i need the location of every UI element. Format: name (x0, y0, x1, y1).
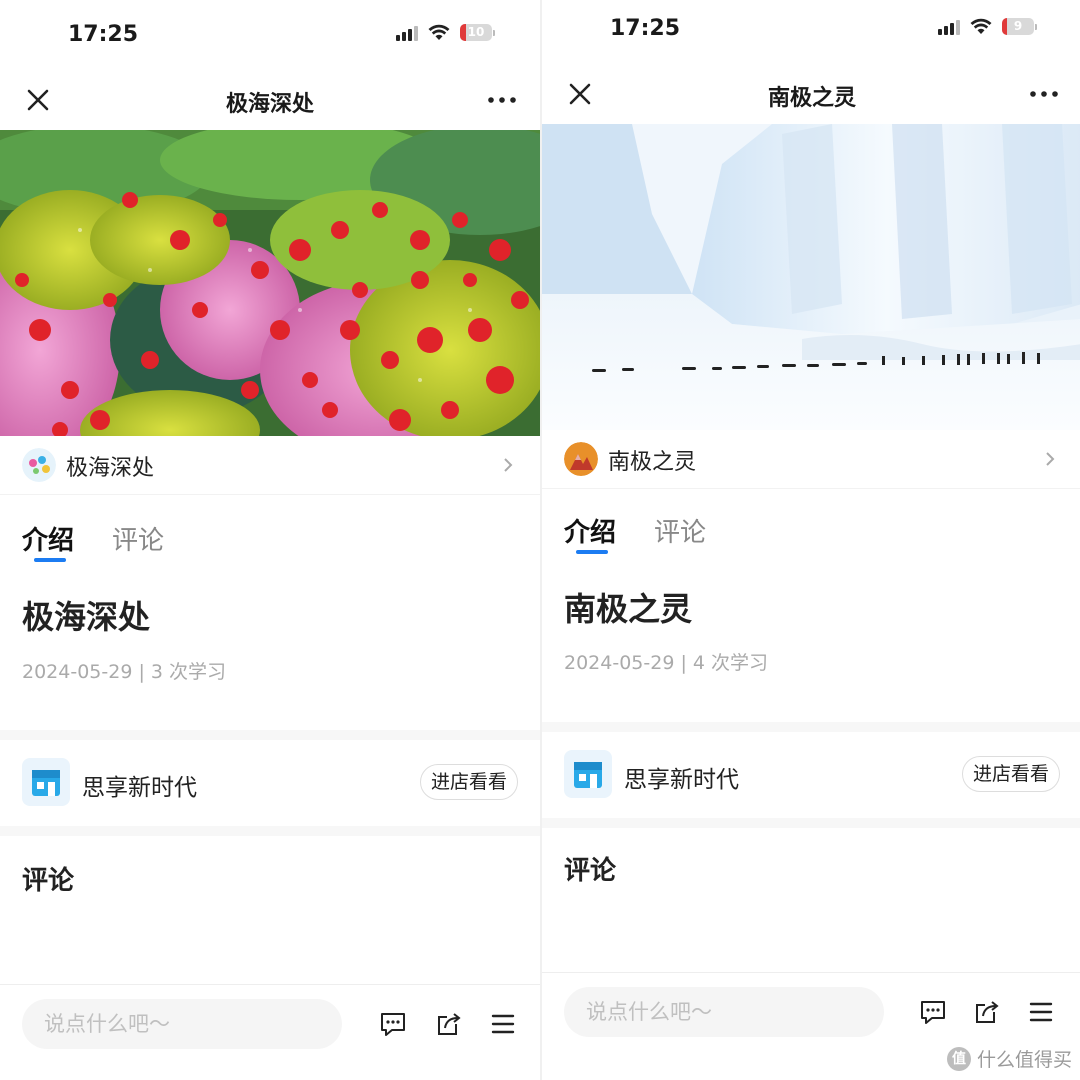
battery-icon: 9 (1002, 18, 1037, 35)
visit-shop-button[interactable]: 进店看看 (961, 756, 1060, 792)
section-divider (542, 818, 1080, 828)
share-icon[interactable] (434, 1009, 464, 1039)
shop-row[interactable]: 思享新时代 进店看看 (0, 742, 540, 822)
article-meta: 2024-05-29 | 3 次学习 (22, 661, 227, 683)
shop-row[interactable]: 思享新时代 进店看看 (542, 734, 1080, 814)
comment-icon[interactable] (918, 997, 948, 1027)
tab-intro[interactable]: 介绍 (22, 520, 74, 557)
watermark-logo: 值 (946, 1046, 971, 1071)
author-name: 极海深处 (66, 456, 155, 481)
bottom-bar: 说点什么吧～ (542, 972, 1080, 1055)
section-divider (0, 826, 540, 836)
comments-heading: 评论 (22, 866, 75, 896)
comment-icon[interactable] (378, 1009, 408, 1039)
section-divider (0, 730, 540, 740)
hero-image-antarctic-penguins (542, 124, 1080, 430)
tab-active-indicator (34, 558, 66, 562)
tab-bar: 介绍 评论 (0, 510, 540, 570)
nav-bar: 极海深处 (0, 68, 540, 132)
article-meta: 2024-05-29 | 4 次学习 (564, 652, 769, 674)
tab-comments[interactable]: 评论 (112, 520, 164, 557)
hero-image-underwater-rocks (0, 130, 540, 436)
menu-icon[interactable] (1026, 997, 1056, 1027)
share-icon[interactable] (972, 997, 1002, 1027)
wifi-icon (428, 24, 450, 40)
shop-icon (22, 758, 70, 806)
watermark-text: 什么值得买 (976, 1049, 1072, 1071)
bottom-bar: 说点什么吧～ (0, 984, 540, 1067)
nav-bar: 南极之灵 (542, 62, 1080, 126)
author-avatar (22, 448, 56, 482)
shop-name: 思享新时代 (624, 767, 739, 793)
author-name: 南极之灵 (608, 450, 697, 475)
more-icon[interactable] (486, 90, 518, 110)
battery-icon: 10 (460, 24, 495, 41)
signal-icon (938, 19, 960, 35)
chevron-right-icon (504, 458, 513, 472)
article-title: 极海深处 (22, 598, 151, 636)
author-row[interactable]: 南极之灵 (542, 430, 1080, 489)
status-bar: 17:25 10 (0, 10, 540, 70)
shop-icon (564, 750, 612, 798)
comment-input[interactable]: 说点什么吧～ (22, 999, 342, 1049)
section-divider (542, 722, 1080, 732)
watermark: 值 什么值得买 (946, 1045, 1072, 1072)
tab-intro[interactable]: 介绍 (564, 512, 616, 549)
menu-icon[interactable] (488, 1009, 518, 1039)
screen-left: 17:25 10 极海深处 极海深处 介绍 评论 极海深处 2024-05-29… (0, 0, 540, 1080)
page-title: 南极之灵 (767, 86, 856, 111)
author-row[interactable]: 极海深处 (0, 436, 540, 495)
battery-level: 10 (467, 25, 485, 39)
signal-icon (396, 25, 418, 41)
comment-input[interactable]: 说点什么吧～ (564, 987, 884, 1037)
battery-level: 9 (1013, 19, 1023, 33)
more-icon[interactable] (1028, 84, 1060, 104)
wifi-icon (970, 18, 992, 34)
tab-bar: 介绍 评论 (542, 502, 1080, 562)
status-time: 17:25 (610, 16, 681, 41)
tab-comments[interactable]: 评论 (654, 512, 706, 549)
visit-shop-button[interactable]: 进店看看 (419, 764, 518, 800)
author-avatar (564, 442, 598, 476)
tab-active-indicator (576, 550, 608, 554)
article-title: 南极之灵 (564, 590, 693, 628)
status-bar: 17:25 9 (542, 4, 1080, 64)
comments-heading: 评论 (564, 856, 617, 886)
shop-name: 思享新时代 (82, 775, 197, 801)
chevron-right-icon (1046, 452, 1055, 466)
screen-right: 17:25 9 南极之灵 南极之灵 介绍 评论 南极之灵 2024-05-29 … (542, 0, 1080, 1080)
status-time: 17:25 (68, 22, 139, 47)
page-title: 极海深处 (225, 92, 314, 117)
